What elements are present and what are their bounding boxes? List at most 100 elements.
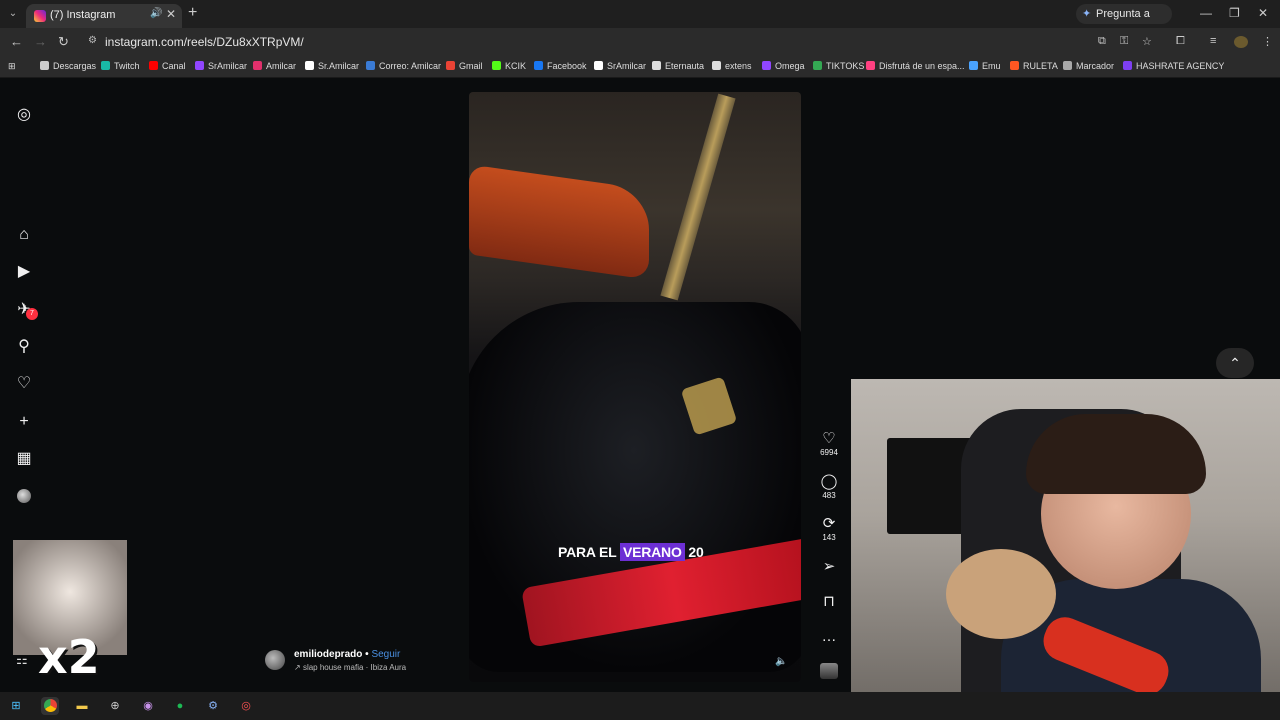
search-icon[interactable]: ⚲ bbox=[14, 337, 34, 357]
audio-thumbnail[interactable] bbox=[820, 663, 838, 679]
address-bar[interactable]: ⚙ instagram.com/reels/DZu8xXTRpVM/ bbox=[80, 31, 1170, 53]
bookmark-extens[interactable]: extens bbox=[712, 61, 752, 71]
windows-taskbar: ⊞ ▬ ⊕ ◉ ● ⚙ ◎ bbox=[0, 692, 1280, 720]
scroll-up-chevron-icon[interactable]: ⌃ bbox=[1216, 348, 1254, 378]
bookmark-ruleta[interactable]: RULETA bbox=[1010, 61, 1058, 71]
bookmark-amilcar-instagram[interactable]: Amilcar bbox=[253, 61, 296, 71]
bookmark-descargas[interactable]: Descargas bbox=[40, 61, 96, 71]
save-action[interactable]: ⊓ bbox=[813, 593, 845, 611]
reload-icon[interactable]: ↻ bbox=[58, 34, 69, 50]
comment-action[interactable]: ◯ 483 bbox=[813, 473, 845, 500]
promo-icon bbox=[866, 61, 875, 70]
instagram-logo-icon[interactable]: ◎ bbox=[14, 105, 34, 125]
bookmark-omega[interactable]: Omega bbox=[762, 61, 805, 71]
twitch-icon bbox=[101, 61, 110, 70]
reels-icon[interactable]: ▶ bbox=[14, 262, 34, 282]
bookmark-icon: ⊓ bbox=[823, 593, 835, 610]
bookmark-star-icon[interactable]: ☆ bbox=[1142, 35, 1152, 48]
heart-icon[interactable]: ♡ bbox=[14, 374, 34, 394]
repost-icon: ⟳ bbox=[822, 515, 836, 532]
tiktok-icon bbox=[594, 61, 603, 70]
tab-title: (7) Instagram bbox=[50, 9, 116, 21]
roulette-icon bbox=[1010, 61, 1019, 70]
apps-grid-icon[interactable]: ⊞ bbox=[8, 61, 16, 72]
kick-icon bbox=[492, 61, 501, 70]
windows-start-icon[interactable]: ⊞ bbox=[7, 697, 25, 715]
bookmark-gmail[interactable]: Gmail bbox=[446, 61, 483, 71]
volume-icon[interactable]: 🔈 bbox=[775, 656, 787, 667]
author-avatar[interactable] bbox=[265, 650, 285, 670]
tab-search-chevron-icon[interactable]: ⌄ bbox=[4, 5, 22, 23]
bookmark-correo[interactable]: Correo: Amilcar bbox=[366, 61, 441, 71]
agency-icon bbox=[1123, 61, 1132, 70]
author-name[interactable]: emiliodeprado bbox=[294, 649, 362, 660]
video-caption: PARA EL VERANO 20 bbox=[558, 543, 704, 561]
bookmark-canal[interactable]: Canal bbox=[149, 61, 186, 71]
profile-avatar[interactable] bbox=[1234, 36, 1248, 48]
new-tab-plus-icon[interactable]: + bbox=[188, 4, 197, 22]
profile-avatar[interactable] bbox=[17, 489, 31, 503]
bookmark-sramilcar-twitch[interactable]: SrAmilcar bbox=[195, 61, 247, 71]
notification-badge: 7 bbox=[26, 308, 38, 320]
bookmark-kcik[interactable]: KCIK bbox=[492, 61, 526, 71]
document-icon bbox=[652, 61, 661, 70]
bookmark-eternauta[interactable]: Eternauta bbox=[652, 61, 704, 71]
more-apps-icon[interactable]: ⚏ bbox=[16, 652, 28, 668]
follow-button[interactable]: Seguir bbox=[371, 649, 400, 660]
bookmark-marcador[interactable]: Marcador bbox=[1063, 61, 1114, 71]
more-options[interactable]: … bbox=[813, 628, 845, 646]
gmail-icon bbox=[446, 61, 455, 70]
key-icon[interactable]: ⚿ bbox=[1120, 35, 1128, 48]
url-text[interactable]: instagram.com/reels/DZu8xXTRpVM/ bbox=[105, 35, 304, 49]
bookmark-twitch[interactable]: Twitch bbox=[101, 61, 140, 71]
dashboard-icon[interactable]: ▦ bbox=[14, 449, 34, 469]
bookmark-sr-amilcar-x[interactable]: Sr.Amilcar bbox=[305, 61, 359, 71]
heart-outline-icon: ♡ bbox=[822, 430, 836, 447]
gemini-button[interactable]: ✦ Pregunta a Gemini bbox=[1076, 4, 1172, 40]
share-action[interactable]: ➢ bbox=[813, 558, 845, 576]
file-explorer-icon[interactable]: ▬ bbox=[73, 697, 91, 715]
recording-app-icon[interactable]: ◎ bbox=[237, 697, 255, 715]
bookmark-sramilcar-tiktok[interactable]: SrAmilcar bbox=[594, 61, 646, 71]
bookmark-tiktoks[interactable]: TIKTOKS bbox=[813, 61, 864, 71]
instagram-icon bbox=[253, 61, 262, 70]
create-plus-icon[interactable]: + bbox=[14, 412, 34, 432]
comment-count: 483 bbox=[822, 491, 836, 500]
like-action[interactable]: ♡ 6994 bbox=[813, 430, 845, 457]
bookmark-emu[interactable]: Emu bbox=[969, 61, 1001, 71]
menu-kebab-icon[interactable]: ⋮ bbox=[1262, 35, 1273, 48]
discord-icon[interactable]: ◉ bbox=[139, 697, 157, 715]
browser-tab-instagram[interactable]: (7) Instagram 🔊 ✕ bbox=[26, 4, 182, 28]
minimize-icon[interactable]: — bbox=[1200, 6, 1212, 20]
gemini-spark-icon: ✦ bbox=[1082, 8, 1092, 20]
bookmark-disfruta[interactable]: Disfrutá de un espa... bbox=[866, 61, 965, 71]
repost-action[interactable]: ⟳ 143 bbox=[813, 515, 845, 542]
back-arrow-icon[interactable]: ← bbox=[10, 34, 23, 49]
spotify-icon[interactable]: ● bbox=[171, 697, 189, 715]
youtube-icon bbox=[149, 61, 158, 70]
extensions-icon[interactable]: ⧠ bbox=[1176, 35, 1185, 48]
globe-icon bbox=[1063, 61, 1072, 70]
restore-icon[interactable]: ❐ bbox=[1229, 6, 1240, 20]
forward-arrow-icon[interactable]: → bbox=[34, 34, 47, 49]
tab-strip: ⌄ (7) Instagram 🔊 ✕ + ✦ Pregunta a Gemin… bbox=[0, 0, 1280, 40]
omega-icon bbox=[762, 61, 771, 70]
install-app-icon[interactable]: ⧉ bbox=[1098, 35, 1106, 48]
close-window-icon[interactable]: ✕ bbox=[1258, 6, 1268, 20]
speaker-icon[interactable]: 🔊 bbox=[150, 8, 162, 19]
bookmark-hashrate[interactable]: HASHRATE AGENCY bbox=[1123, 61, 1224, 71]
download-icon bbox=[40, 61, 49, 70]
chrome-taskbar-icon[interactable] bbox=[41, 697, 59, 715]
site-info-icon[interactable]: ⚙ bbox=[88, 35, 97, 46]
more-dots-icon: … bbox=[821, 628, 837, 645]
steam-icon[interactable]: ⚙ bbox=[204, 697, 222, 715]
twitch-purple-icon bbox=[195, 61, 204, 70]
bookmark-facebook[interactable]: Facebook bbox=[534, 61, 587, 71]
close-tab-icon[interactable]: ✕ bbox=[166, 7, 176, 21]
mail-icon bbox=[366, 61, 375, 70]
reel-video[interactable]: PARA EL VERANO 20 🔈 bbox=[469, 92, 801, 682]
app-globe-icon[interactable]: ⊕ bbox=[106, 697, 124, 715]
home-icon[interactable]: ⌂ bbox=[14, 225, 34, 245]
reading-list-icon[interactable]: ≡ bbox=[1210, 35, 1216, 47]
audio-track[interactable]: ↗ slap house mafia · Ibiza Aura bbox=[294, 663, 406, 672]
